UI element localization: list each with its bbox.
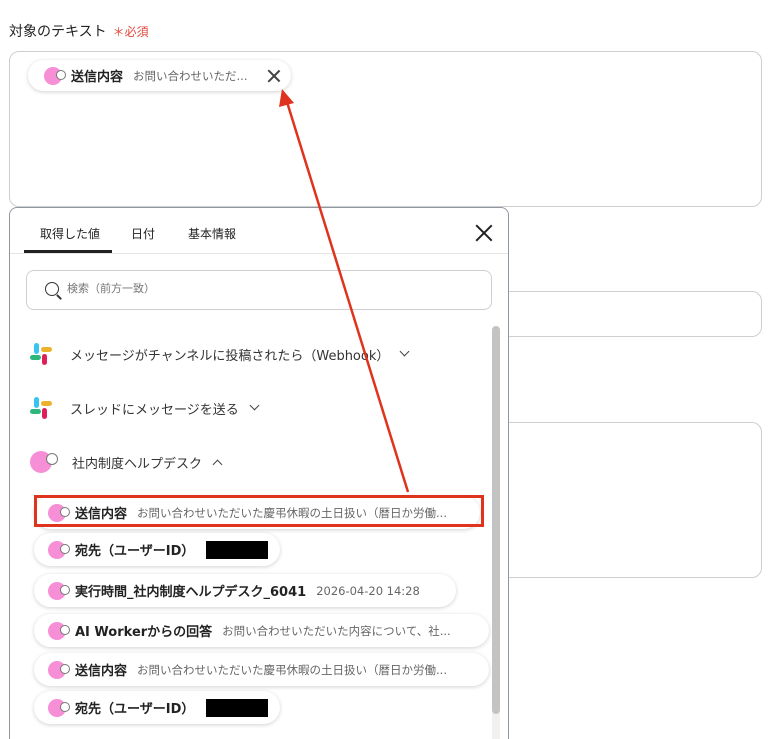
yoom-avatar-icon	[44, 66, 66, 85]
redacted-value	[206, 540, 268, 559]
search-box[interactable]	[26, 270, 492, 310]
list-item[interactable]: 宛先（ユーザーID）	[34, 691, 280, 724]
chevron-up-icon	[212, 459, 223, 470]
chevron-down-icon	[249, 400, 260, 411]
item-value: お問い合わせいただいた内容について、社...	[222, 623, 451, 638]
item-value: 2026-04-20 14:28	[316, 583, 420, 598]
list-item[interactable]: 実行時間_社内制度ヘルプデスク_6041 2026-04-20 14:28	[34, 574, 456, 607]
popup-tabs: 取得した値 日付 基本情報	[10, 208, 508, 254]
redacted-value	[206, 698, 268, 717]
group-slack-thread[interactable]: スレッドにメッセージを送る	[30, 397, 260, 419]
field-label-text: 対象のテキスト	[9, 24, 107, 40]
scrollbar-thumb[interactable]	[492, 326, 500, 714]
tab-acquired-values[interactable]: 取得した値	[40, 225, 100, 242]
close-icon[interactable]	[475, 224, 493, 242]
yoom-avatar-icon	[48, 540, 70, 559]
item-value: お問い合わせいただいた慶弔休暇の土日扱い（暦日か労働...	[137, 662, 447, 677]
group-label: 社内制度ヘルプデスク	[72, 456, 203, 472]
background-textarea[interactable]	[480, 422, 762, 578]
tab-basic-info[interactable]: 基本情報	[188, 225, 236, 242]
value-picker-popup: 取得した値 日付 基本情報 メッセージがチャンネルに投稿されたら（Webhook…	[9, 207, 509, 739]
background-input-field[interactable]	[480, 291, 762, 337]
chip-name: 送信内容	[71, 70, 124, 85]
yoom-avatar-icon	[48, 581, 70, 600]
active-tab-indicator	[24, 250, 112, 253]
yoom-avatar-icon	[48, 660, 70, 679]
yoom-avatar-icon	[48, 621, 70, 640]
yoom-avatar-icon	[30, 451, 58, 473]
slack-icon	[30, 397, 52, 419]
search-icon	[45, 282, 59, 296]
yoom-avatar-icon	[48, 698, 70, 717]
list-item[interactable]: 宛先（ユーザーID）	[34, 533, 280, 566]
scrollbar[interactable]	[492, 326, 500, 739]
group-helpdesk[interactable]: 社内制度ヘルプデスク	[30, 451, 223, 473]
group-label: スレッドにメッセージを送る	[70, 402, 239, 418]
chip-value: お問い合わせいただ...	[133, 68, 248, 83]
field-label: 対象のテキスト ＊必須	[9, 21, 149, 41]
selected-value-chip[interactable]: 送信内容 お問い合わせいただ...	[28, 60, 291, 91]
group-slack-webhook[interactable]: メッセージがチャンネルに投稿されたら（Webhook）	[30, 343, 410, 365]
required-marker: ＊必須	[112, 25, 149, 39]
search-input[interactable]	[67, 282, 467, 295]
item-name: 実行時間_社内制度ヘルプデスク_6041	[75, 585, 307, 600]
group-label: メッセージがチャンネルに投稿されたら（Webhook）	[70, 348, 390, 364]
item-name: 宛先（ユーザーID）	[75, 702, 195, 717]
item-name: 送信内容	[75, 664, 128, 679]
item-name: 宛先（ユーザーID）	[75, 544, 195, 559]
slack-icon	[30, 343, 52, 365]
list-item[interactable]: 送信内容 お問い合わせいただいた慶弔休暇の土日扱い（暦日か労働...	[34, 653, 489, 686]
highlight-box	[34, 495, 484, 527]
list-item[interactable]: AI Workerからの回答 お問い合わせいただいた内容について、社...	[34, 614, 489, 647]
tab-date[interactable]: 日付	[131, 225, 155, 242]
item-name: AI Workerからの回答	[75, 625, 213, 640]
close-icon[interactable]	[267, 69, 281, 83]
chevron-down-icon	[399, 346, 410, 357]
